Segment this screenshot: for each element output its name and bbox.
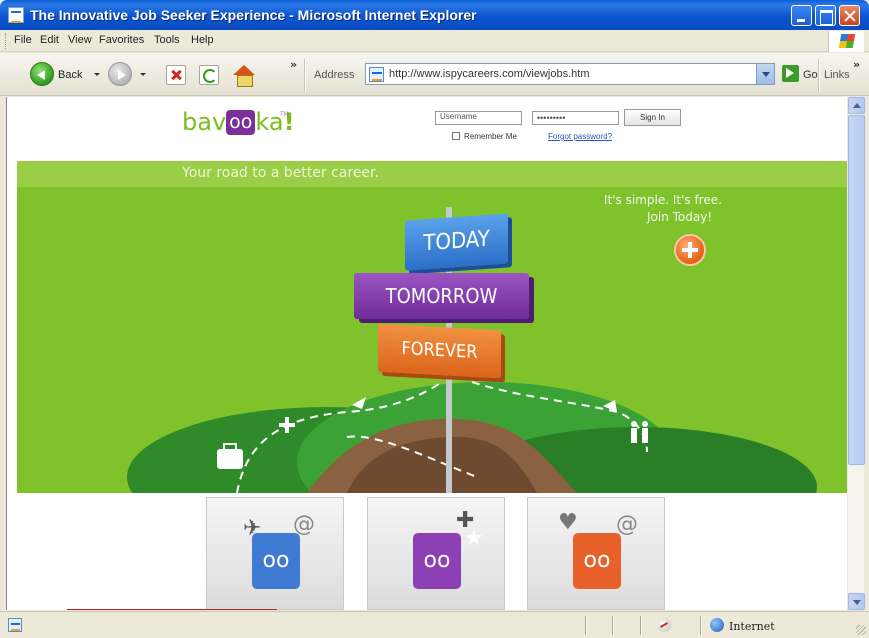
scroll-up-icon[interactable] [848, 97, 865, 114]
menu-edit[interactable]: Edit [40, 34, 59, 46]
status-bar: Internet [0, 611, 869, 638]
card-badge: oo [573, 533, 621, 589]
remember-me-checkbox[interactable] [452, 132, 460, 140]
status-divider [612, 616, 614, 635]
logo-trademark: TM [280, 111, 289, 118]
standard-toolbar: Back » Address http://www.ispycareers.co… [0, 53, 869, 96]
scrollbar-thumb[interactable] [848, 115, 865, 465]
close-button[interactable] [839, 5, 860, 26]
feature-card-life[interactable]: ♥ @ oo [527, 497, 665, 610]
links-button[interactable]: Links [824, 69, 850, 81]
back-button-label[interactable]: Back [58, 69, 82, 81]
windows-logo [828, 31, 864, 52]
stop-icon[interactable] [166, 65, 186, 85]
title-bar[interactable]: The Innovative Job Seeker Experience - M… [0, 0, 869, 30]
briefcase-icon [217, 449, 243, 469]
card-badge: oo [413, 533, 461, 589]
feature-card-jobs[interactable]: ✈ @ oo [206, 497, 344, 610]
window-title: The Innovative Job Seeker Experience - M… [30, 7, 477, 23]
join-today-text[interactable]: Join Today! [647, 210, 712, 224]
star-icon: ★ [464, 526, 484, 551]
sign-today: TODAY [405, 213, 508, 271]
username-field[interactable]: Username [435, 111, 522, 125]
person-body [631, 428, 637, 443]
globe-icon[interactable] [710, 618, 724, 632]
status-divider [700, 616, 702, 635]
ie-page-icon [8, 7, 24, 23]
page-status-icon [8, 618, 22, 632]
toolbar-separator [304, 59, 306, 91]
menu-favorites[interactable]: Favorites [99, 34, 144, 46]
go-button-label[interactable]: Go [803, 69, 818, 81]
logo-text-oo: oo [226, 109, 256, 135]
scroll-down-icon[interactable] [848, 593, 865, 610]
vertical-scrollbar[interactable] [847, 97, 865, 610]
menu-tools[interactable]: Tools [154, 34, 180, 46]
minimize-button[interactable] [791, 5, 812, 26]
status-divider [585, 616, 587, 635]
links-separator [818, 59, 820, 91]
bavooka-logo[interactable]: bav oo ka! TM [182, 107, 295, 147]
home-icon[interactable] [233, 65, 255, 87]
address-dropdown-icon[interactable] [756, 64, 774, 84]
card-badge: oo [252, 533, 300, 589]
join-tagline: It's simple. It's free. [604, 193, 722, 207]
toolbar-chevron[interactable]: » [290, 58, 297, 71]
go-arrow-icon[interactable] [782, 65, 799, 82]
logo-text-bav: bav [182, 108, 227, 136]
sign-forever: FOREVER [378, 323, 501, 379]
address-label: Address [314, 69, 355, 81]
maximize-button[interactable] [815, 5, 836, 26]
toolbar-grip[interactable] [5, 33, 8, 49]
remember-me-label: Remember Me [464, 132, 517, 141]
person-icon [631, 421, 637, 427]
back-arrow-icon[interactable] [30, 62, 54, 86]
menu-bar: File Edit View Favorites Tools Help [0, 30, 869, 52]
heart-icon: ♥ [558, 510, 578, 535]
forward-arrow-icon[interactable] [108, 62, 132, 86]
tagline: Your road to a better career. [182, 165, 379, 181]
page-viewport: bav oo ka! TM Username ••••••••• Sign In R… [6, 97, 847, 610]
person-icon-2 [642, 421, 648, 427]
links-chevron[interactable]: » [853, 58, 860, 71]
plus-circle-icon[interactable] [674, 234, 706, 266]
status-divider [640, 616, 642, 635]
resize-grip[interactable] [856, 625, 866, 635]
tagline-band [17, 161, 847, 187]
zone-label: Internet [729, 620, 775, 633]
footer-accent-bar [67, 609, 277, 610]
person-body-2 [642, 428, 648, 443]
refresh-icon[interactable] [199, 65, 219, 85]
password-field[interactable]: ••••••••• [532, 111, 619, 125]
page-icon [369, 67, 384, 82]
sign-tomorrow: TOMORROW [354, 273, 529, 319]
feature-card-network[interactable]: ✚ ★ oo [367, 497, 505, 610]
menu-file[interactable]: File [14, 34, 32, 46]
sign-in-button[interactable]: Sign In [624, 109, 681, 126]
forward-dropdown-icon[interactable] [140, 73, 146, 76]
forgot-password-link[interactable]: Forgot password? [548, 132, 612, 141]
menu-view[interactable]: View [68, 34, 92, 46]
back-dropdown-icon[interactable] [94, 73, 100, 76]
address-bar[interactable]: http://www.ispycareers.com/viewjobs.htm [365, 63, 775, 85]
security-icon[interactable] [657, 618, 671, 632]
menu-help[interactable]: Help [191, 34, 214, 46]
address-input[interactable]: http://www.ispycareers.com/viewjobs.htm [389, 68, 590, 80]
